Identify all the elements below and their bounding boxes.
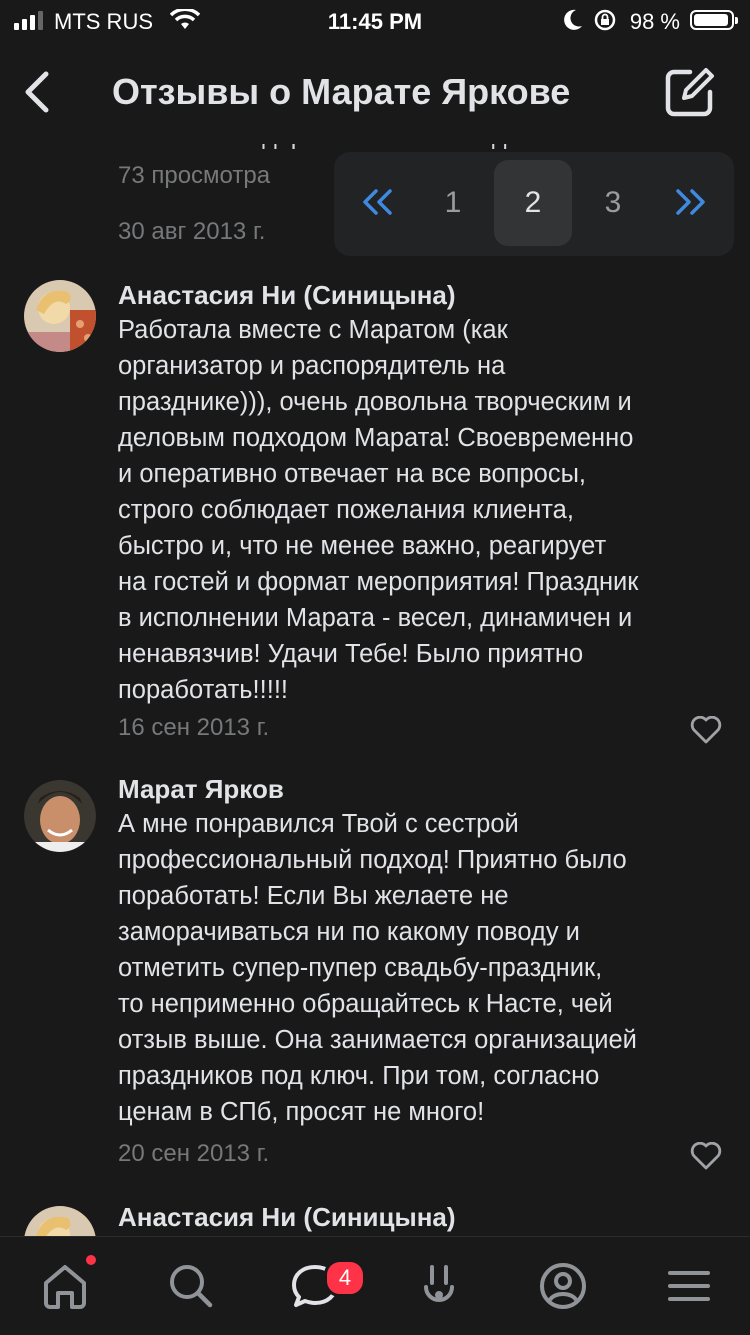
nav-header: Отзывы о Марате Яркове [0,40,750,144]
avatar[interactable] [24,280,96,352]
like-heart-icon[interactable] [690,716,722,744]
last-page-icon[interactable] [672,188,708,216]
page-title: Отзывы о Марате Яркове [112,71,571,112]
comment-author[interactable]: Анастасия Ни (Синицына) [118,1202,456,1233]
tab-bar: 4 [0,1236,750,1335]
profile-icon[interactable] [538,1261,588,1311]
avatar[interactable] [24,780,96,852]
pagination: 1 2 3 [334,152,734,256]
first-page-icon[interactable] [360,188,396,216]
page-1[interactable]: 1 [414,172,492,258]
comment-text: А мне понравился Твой с сестрой професси… [118,810,637,1126]
comments-feed[interactable]: Слова благодарности после свадьбы 73 про… [0,126,750,1236]
views-count: 73 просмотра [118,162,271,189]
menu-icon[interactable] [664,1261,714,1311]
home-icon[interactable] [40,1261,90,1311]
home-notification-dot [86,1255,96,1265]
status-bar: MTS RUS 11:45 PM 98 % [0,0,750,40]
back-icon[interactable] [20,70,56,114]
page-3[interactable]: 3 [574,172,652,258]
comment-date: 16 сен 2013 г. [118,714,270,741]
comment-date: 20 сен 2013 г. [118,1140,270,1167]
avatar[interactable] [24,1206,96,1236]
moon-icon [564,9,582,30]
comment-author[interactable]: Марат Ярков [118,774,284,805]
rotation-lock-icon [594,9,616,31]
comment-author[interactable]: Анастасия Ни (Синицына) [118,280,456,311]
messages-badge: 4 [324,1259,366,1297]
page-2-current[interactable]: 2 [494,160,572,246]
battery-icon [690,10,738,30]
edit-icon[interactable] [664,66,716,118]
clips-icon[interactable] [414,1261,464,1311]
post-date: 30 авг 2013 г. [118,218,266,245]
comment-text: Работала вместе с Маратом (как организат… [118,316,639,704]
search-icon[interactable] [166,1261,216,1311]
like-heart-icon[interactable] [690,1142,722,1170]
battery-percent: 98 % [629,9,680,34]
